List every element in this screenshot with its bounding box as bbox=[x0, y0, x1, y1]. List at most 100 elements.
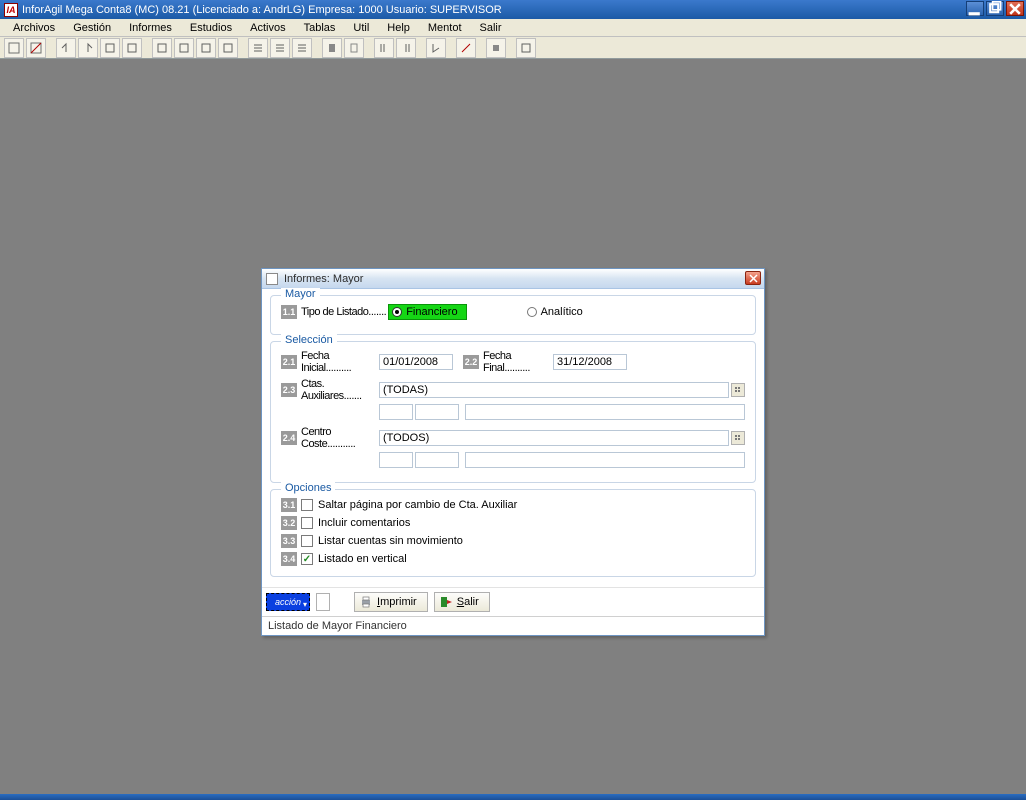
radio-analitico-label: Analítico bbox=[541, 306, 583, 318]
label-tipo-listado: Tipo de Listado....... bbox=[301, 306, 386, 318]
lookup-ctas-aux[interactable] bbox=[731, 383, 745, 397]
legend-opciones: Opciones bbox=[281, 482, 335, 494]
tag-o4: 3.4 bbox=[281, 552, 297, 566]
input-centro-coste-sub2[interactable] bbox=[415, 452, 459, 468]
salir-label: Salir bbox=[457, 596, 479, 608]
toolbar-btn-17[interactable] bbox=[396, 38, 416, 58]
menubar: Archivos Gestión Informes Estudios Activ… bbox=[0, 19, 1026, 37]
tag-o1: 3.1 bbox=[281, 498, 297, 512]
label-o1: Saltar página por cambio de Cta. Auxilia… bbox=[318, 499, 517, 511]
tag-o2: 3.2 bbox=[281, 516, 297, 530]
input-ctas-aux[interactable] bbox=[379, 382, 729, 398]
dialog-close-button[interactable] bbox=[745, 271, 761, 285]
input-ctas-aux-sub2[interactable] bbox=[415, 404, 459, 420]
toolbar-btn-11[interactable] bbox=[248, 38, 268, 58]
taskbar-strip bbox=[0, 794, 1026, 800]
app-title: InforAgil Mega Conta8 (MC) 08.21 (Licenc… bbox=[22, 4, 502, 16]
label-ctas-aux: Ctas. Auxiliares....... bbox=[301, 378, 379, 402]
toolbar-btn-5[interactable] bbox=[100, 38, 120, 58]
menu-gestion[interactable]: Gestión bbox=[64, 20, 120, 36]
label-centro-coste: Centro Coste........... bbox=[301, 426, 379, 450]
toolbar-btn-4[interactable] bbox=[78, 38, 98, 58]
tag-o3: 3.3 bbox=[281, 534, 297, 548]
minimize-button[interactable] bbox=[966, 1, 984, 16]
checkbox-listar-sin-movimiento[interactable] bbox=[301, 535, 313, 547]
checkbox-listado-vertical[interactable]: ✓ bbox=[301, 553, 313, 565]
radio-financiero-label: Financiero bbox=[406, 306, 457, 318]
input-ctas-aux-sub1[interactable] bbox=[379, 404, 413, 420]
label-o3: Listar cuentas sin movimiento bbox=[318, 535, 463, 547]
dialog-icon bbox=[266, 273, 278, 285]
toolbar-btn-20[interactable] bbox=[486, 38, 506, 58]
group-mayor: Mayor 1.1 Tipo de Listado....... Financi… bbox=[270, 295, 756, 335]
exit-icon bbox=[439, 595, 453, 609]
dialog-buttonbar: acción ▾ Imprimir Salir bbox=[262, 587, 764, 616]
label-fecha-inicial: Fecha Inicial.......... bbox=[301, 350, 379, 374]
menu-activos[interactable]: Activos bbox=[241, 20, 294, 36]
tag-fecha-final: 2.2 bbox=[463, 355, 479, 369]
toolbar-btn-12[interactable] bbox=[270, 38, 290, 58]
toolbar-btn-21[interactable] bbox=[516, 38, 536, 58]
imprimir-button[interactable]: Imprimir bbox=[354, 592, 428, 612]
toolbar-btn-6[interactable] bbox=[122, 38, 142, 58]
chevron-down-icon: ▾ bbox=[303, 600, 307, 609]
input-centro-coste[interactable] bbox=[379, 430, 729, 446]
close-button[interactable] bbox=[1006, 1, 1024, 16]
toolbar-btn-16[interactable] bbox=[374, 38, 394, 58]
toolbar-btn-7[interactable] bbox=[152, 38, 172, 58]
menu-informes[interactable]: Informes bbox=[120, 20, 181, 36]
input-fecha-inicial[interactable] bbox=[379, 354, 453, 370]
dialog-title: Informes: Mayor bbox=[284, 273, 363, 285]
input-fecha-final[interactable] bbox=[553, 354, 627, 370]
input-centro-coste-desc[interactable] bbox=[465, 452, 745, 468]
dialog-informes-mayor: Informes: Mayor Mayor 1.1 Tipo de Listad… bbox=[261, 268, 765, 636]
toolbar-btn-15[interactable] bbox=[344, 38, 364, 58]
restore-button[interactable] bbox=[986, 1, 1004, 16]
menu-archivos[interactable]: Archivos bbox=[4, 20, 64, 36]
radio-dot-icon bbox=[527, 307, 537, 317]
menu-estudios[interactable]: Estudios bbox=[181, 20, 241, 36]
legend-seleccion: Selección bbox=[281, 334, 337, 346]
toolbar-btn-2[interactable] bbox=[26, 38, 46, 58]
app-icon bbox=[4, 3, 18, 17]
toolbar-btn-18[interactable] bbox=[426, 38, 446, 58]
radio-dot-icon bbox=[392, 307, 402, 317]
group-seleccion: Selección 2.1 Fecha Inicial.......... 2.… bbox=[270, 341, 756, 483]
toolbar-btn-1[interactable] bbox=[4, 38, 24, 58]
toolbar-btn-13[interactable] bbox=[292, 38, 312, 58]
input-centro-coste-sub1[interactable] bbox=[379, 452, 413, 468]
label-o4: Listado en vertical bbox=[318, 553, 407, 565]
salir-button[interactable]: Salir bbox=[434, 592, 490, 612]
dialog-status: Listado de Mayor Financiero bbox=[262, 616, 764, 635]
toolbar-btn-14[interactable] bbox=[322, 38, 342, 58]
main-titlebar: InforAgil Mega Conta8 (MC) 08.21 (Licenc… bbox=[0, 0, 1026, 19]
radio-analitico[interactable]: Analítico bbox=[527, 306, 583, 318]
checkbox-saltar-pagina[interactable] bbox=[301, 499, 313, 511]
radio-financiero[interactable]: Financiero bbox=[388, 304, 466, 320]
input-ctas-aux-desc[interactable] bbox=[465, 404, 745, 420]
tag-centro-coste: 2.4 bbox=[281, 431, 297, 445]
tag-ctas-aux: 2.3 bbox=[281, 383, 297, 397]
tag-tipo-listado: 1.1 bbox=[281, 305, 297, 319]
accion-button[interactable]: acción ▾ bbox=[266, 593, 310, 611]
accion-label: acción bbox=[275, 597, 301, 607]
toolbar-btn-10[interactable] bbox=[218, 38, 238, 58]
printer-icon bbox=[359, 595, 373, 609]
toolbar-btn-8[interactable] bbox=[174, 38, 194, 58]
group-opciones: Opciones 3.1 Saltar página por cambio de… bbox=[270, 489, 756, 577]
toolbar-btn-3[interactable] bbox=[56, 38, 76, 58]
menu-util[interactable]: Util bbox=[344, 20, 378, 36]
toolbar-btn-19[interactable] bbox=[456, 38, 476, 58]
dialog-titlebar[interactable]: Informes: Mayor bbox=[262, 269, 764, 289]
lookup-centro-coste[interactable] bbox=[731, 431, 745, 445]
toolbar-btn-9[interactable] bbox=[196, 38, 216, 58]
toolbar bbox=[0, 37, 1026, 59]
menu-salir[interactable]: Salir bbox=[471, 20, 511, 36]
legend-mayor: Mayor bbox=[281, 288, 320, 300]
checkbox-incluir-comentarios[interactable] bbox=[301, 517, 313, 529]
menu-tablas[interactable]: Tablas bbox=[295, 20, 345, 36]
menu-mentot[interactable]: Mentot bbox=[419, 20, 471, 36]
menu-help[interactable]: Help bbox=[378, 20, 419, 36]
accion-adjacent-field[interactable] bbox=[316, 593, 330, 611]
label-fecha-final: Fecha Final.......... bbox=[483, 350, 553, 374]
